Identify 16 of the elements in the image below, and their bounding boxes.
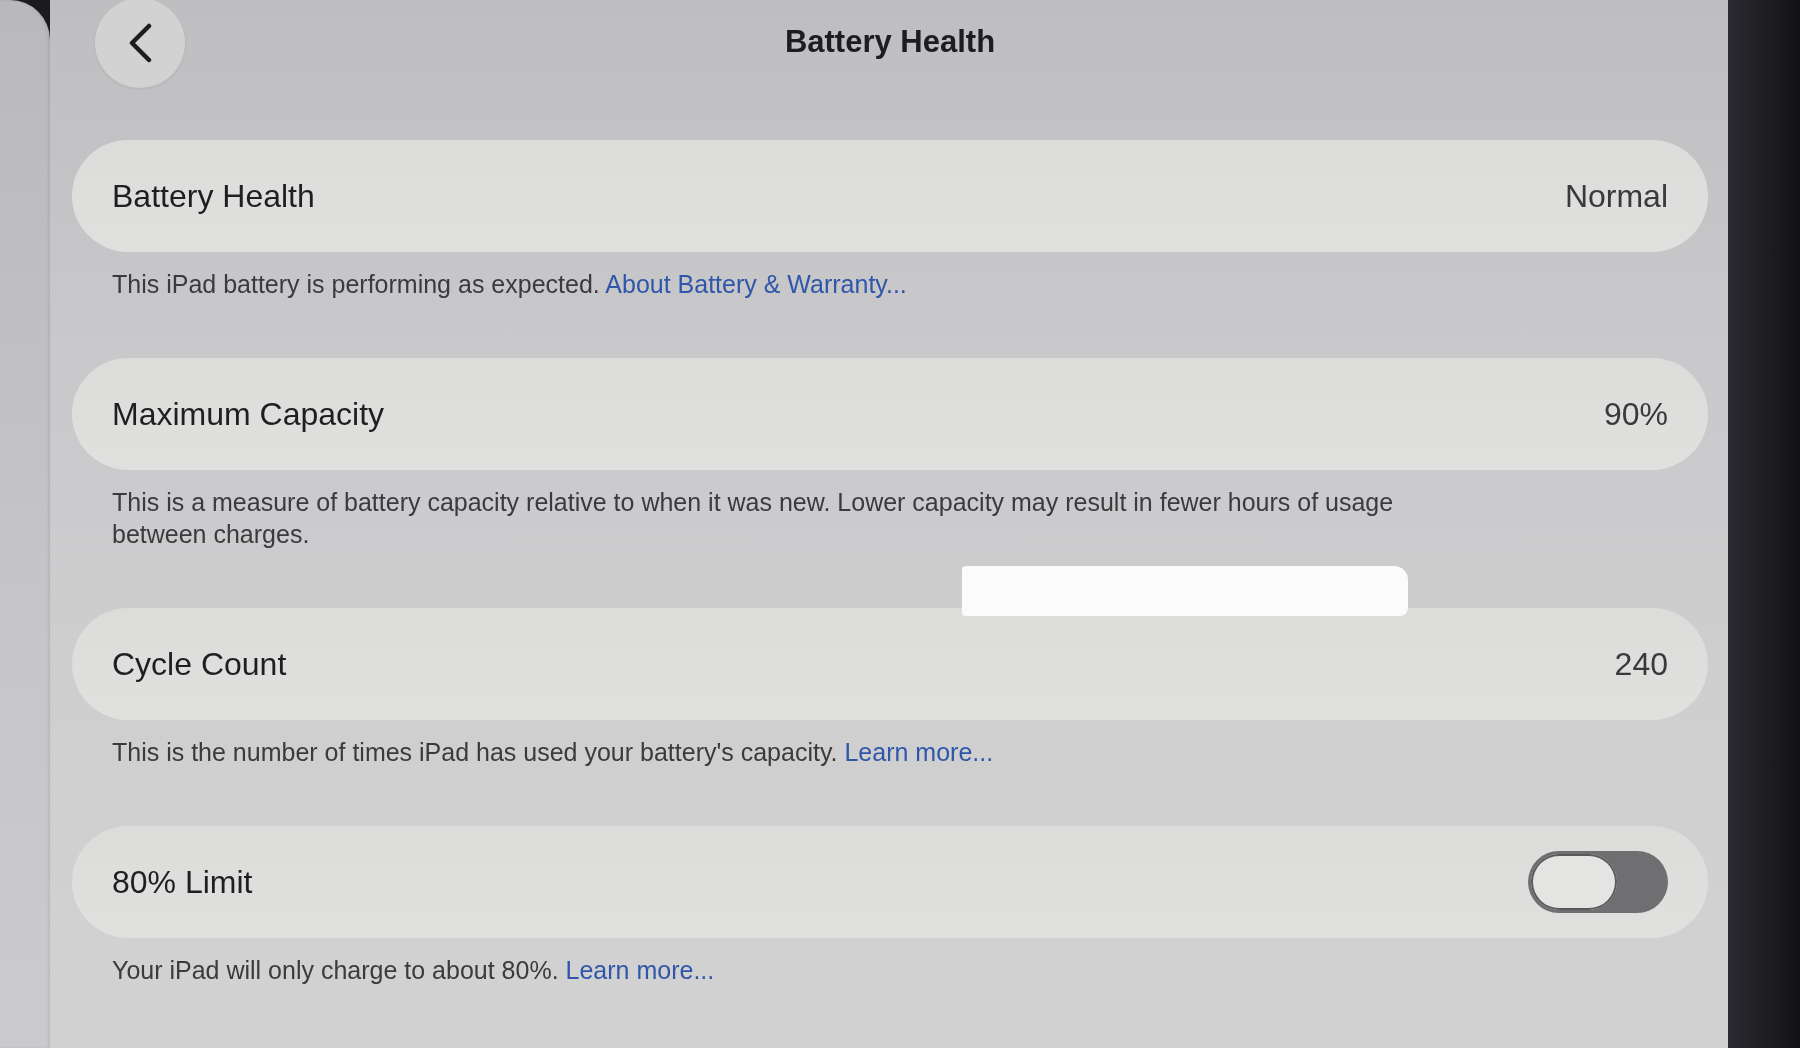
row-label: Maximum Capacity [112,395,385,433]
learn-more-link[interactable]: Learn more... [844,738,994,766]
row-label: 80% Limit [112,863,253,901]
row-label: Cycle Count [112,645,287,683]
footnote-text: This is a measure of battery capacity relative to when it was new. Lower capacity may result in fewer hours of usage between charges. [111,487,1395,550]
footnote-text: This is the number of times iPad has used your battery's capacity. Learn more... [111,737,995,768]
row-label: Battery Health [112,177,315,215]
page-title: Battery Health [784,23,996,61]
row-value: Normal [1564,177,1668,215]
footnote-text: Your iPad will only charge to about 80%. Learn more... [111,955,716,986]
row-value: 90% [1603,395,1668,433]
back-chevron-icon [127,23,153,63]
row-value: 240 [1614,645,1668,683]
learn-more-link[interactable]: About Battery & Warranty... [605,270,907,298]
learn-more-link[interactable]: Learn more... [565,956,715,984]
footnote-text: This iPad battery is performing as expected. About Battery & Warranty... [111,269,908,300]
